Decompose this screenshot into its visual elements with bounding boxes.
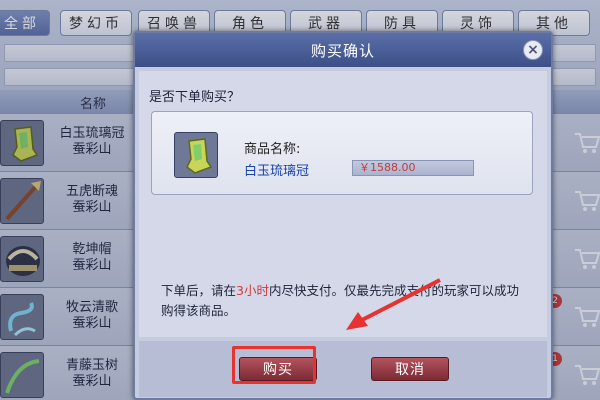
cancel-button[interactable]: 取消 [371, 357, 449, 381]
annotation-highlight-box [232, 346, 316, 384]
confirm-question: 是否下单购买？ [149, 90, 241, 105]
dialog-body: 是否下单购买？ 商品名称: 白玉琉璃冠 ￥1588.00 下单后，请在3小时内尽… [139, 71, 547, 337]
dialog-footer: 购买 取消 [139, 341, 547, 397]
dialog-title: 购买确认 [135, 33, 551, 67]
notice-text-before: 下单后，请在 [161, 283, 237, 298]
purchase-confirm-dialog: 购买确认 × 是否下单购买？ 商品名称: 白玉琉璃冠 ￥1588.00 下单后，… [133, 31, 553, 400]
close-icon[interactable]: × [523, 40, 543, 60]
notice-time-highlight: 3小时 [236, 283, 269, 298]
product-name-value: 白玉琉璃冠 [244, 164, 310, 179]
product-card: 商品名称: 白玉琉璃冠 ￥1588.00 [151, 111, 533, 195]
crown-item-icon [174, 132, 218, 178]
payment-notice: 下单后，请在3小时内尽快支付。仅最先完成支付的玩家可以成功购得该商品。 [161, 281, 531, 321]
product-name-label: 商品名称: [244, 142, 301, 157]
price-value: ￥1588.00 [352, 160, 474, 176]
